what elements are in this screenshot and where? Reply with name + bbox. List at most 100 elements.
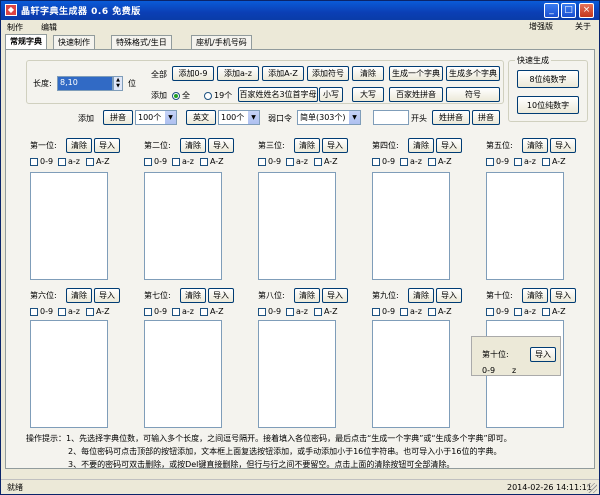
add-upper-button[interactable]: 添加A-Z — [262, 66, 304, 81]
length-input[interactable]: 8,10 — [57, 76, 113, 91]
position-lower-checkbox[interactable] — [286, 158, 294, 166]
position-upper-checkbox[interactable] — [542, 308, 550, 316]
position-upper-checkbox[interactable] — [428, 158, 436, 166]
position-upper-checkbox[interactable] — [200, 308, 208, 316]
position-digits-checkbox[interactable] — [372, 308, 380, 316]
quick-10digit-button[interactable]: 10位纯数字 — [517, 96, 579, 114]
position-upper-checkbox[interactable] — [314, 308, 322, 316]
tab-special-format[interactable]: 特殊格式/生日 — [111, 35, 172, 49]
tab-phone[interactable]: 座机/手机号码 — [191, 35, 252, 49]
length-spinner[interactable]: ▲ ▼ — [113, 76, 123, 91]
menu-enhanced[interactable]: 增强版 — [529, 21, 553, 32]
prefix-input[interactable] — [373, 110, 409, 125]
pinyin-count-select[interactable]: 100个 ▼ — [135, 110, 177, 125]
position-digits-checkbox[interactable] — [144, 158, 152, 166]
position-clear-button[interactable]: 清除 — [408, 138, 434, 153]
position-digits-checkbox[interactable] — [258, 308, 266, 316]
position-digits-checkbox[interactable] — [258, 158, 266, 166]
position-upper-checkbox[interactable] — [86, 158, 94, 166]
position-import-button[interactable]: 导入 — [208, 288, 234, 303]
position-textarea[interactable] — [258, 320, 336, 428]
symbol-button[interactable]: 符号 — [446, 87, 500, 102]
lowercase-button[interactable]: 小写 — [319, 87, 343, 102]
position-import-button[interactable]: 导入 — [436, 138, 462, 153]
position-digits-checkbox[interactable] — [486, 308, 494, 316]
tab-quick-make[interactable]: 快速制作 — [53, 35, 95, 49]
position-import-button[interactable]: 导入 — [94, 288, 120, 303]
position-import-button[interactable]: 导入 — [208, 138, 234, 153]
position-lower-checkbox[interactable] — [172, 158, 180, 166]
pinyin-button[interactable]: 拼音 — [103, 110, 133, 125]
position-textarea[interactable] — [372, 320, 450, 428]
maximize-button[interactable]: □ — [561, 3, 576, 18]
close-button[interactable]: × — [579, 3, 594, 18]
position-textarea[interactable] — [144, 320, 222, 428]
menu-edit[interactable]: 编辑 — [41, 22, 57, 33]
english-button[interactable]: 英文 — [186, 110, 216, 125]
position-upper-checkbox[interactable] — [200, 158, 208, 166]
position-upper-checkbox[interactable] — [314, 158, 322, 166]
menu-make[interactable]: 制作 — [7, 22, 23, 33]
add-lower-button[interactable]: 添加a-z — [217, 66, 259, 81]
weak-password-select[interactable]: 简单(303个) ▼ — [297, 110, 361, 125]
position-digits-checkbox[interactable] — [30, 158, 38, 166]
title-bar[interactable]: ◆ 晶轩字典生成器 0.6 免费版 _ □ × — [1, 1, 599, 20]
position-upper-checkbox[interactable] — [542, 158, 550, 166]
position-lower-checkbox[interactable] — [58, 158, 66, 166]
surname-pinyin-button[interactable]: 百家姓拼音 — [389, 87, 443, 102]
tab-regular-dict[interactable]: 常规字典 — [5, 34, 47, 49]
surname-initials-button[interactable]: 百家姓姓名3位首字母 — [238, 87, 318, 102]
position-textarea[interactable] — [30, 320, 108, 428]
radio-all[interactable] — [172, 92, 180, 100]
position-lower-checkbox[interactable] — [514, 308, 522, 316]
position-lower-checkbox[interactable] — [514, 158, 522, 166]
position-import-button[interactable]: 导入 — [94, 138, 120, 153]
position-textarea[interactable] — [30, 172, 108, 280]
radio-19[interactable] — [204, 92, 212, 100]
position-clear-button[interactable]: 清除 — [408, 288, 434, 303]
position-clear-button[interactable]: 清除 — [522, 288, 548, 303]
position-clear-button[interactable]: 清除 — [294, 138, 320, 153]
position-textarea[interactable] — [486, 172, 564, 280]
position-textarea[interactable] — [258, 172, 336, 280]
surname-pinyin-button-2[interactable]: 姓拼音 — [432, 110, 470, 125]
position-clear-button[interactable]: 清除 — [66, 288, 92, 303]
position-textarea[interactable] — [372, 172, 450, 280]
position-upper-checkbox[interactable] — [86, 308, 94, 316]
position-clear-button[interactable]: 清除 — [180, 288, 206, 303]
position-lower-checkbox[interactable] — [400, 308, 408, 316]
position-clear-button[interactable]: 清除 — [522, 138, 548, 153]
generate-one-button[interactable]: 生成一个字典 — [389, 66, 443, 81]
position-clear-button[interactable]: 清除 — [294, 288, 320, 303]
position-lower-checkbox[interactable] — [400, 158, 408, 166]
position-digits-checkbox[interactable] — [30, 308, 38, 316]
generate-multi-button[interactable]: 生成多个字典 — [446, 66, 500, 81]
position-upper-checkbox[interactable] — [428, 308, 436, 316]
pinyin-button-2[interactable]: 拼音 — [472, 110, 500, 125]
position-digits-checkbox[interactable] — [486, 158, 494, 166]
position-textarea[interactable] — [144, 172, 222, 280]
position-lower-checkbox[interactable] — [172, 308, 180, 316]
position-digits-checkbox[interactable] — [372, 158, 380, 166]
drag-ghost-panel[interactable]: 第十位: 导入 0-9 z — [471, 336, 561, 376]
english-count-select[interactable]: 100个 ▼ — [218, 110, 260, 125]
minimize-button[interactable]: _ — [544, 3, 559, 18]
resize-grip[interactable] — [587, 483, 597, 493]
quick-8digit-button[interactable]: 8位纯数字 — [517, 70, 579, 88]
uppercase-button[interactable]: 大写 — [352, 87, 384, 102]
clear-all-button[interactable]: 清除 — [352, 66, 384, 81]
position-import-button[interactable]: 导入 — [322, 138, 348, 153]
add-symbol-button[interactable]: 添加符号 — [307, 66, 349, 81]
add-digits-button[interactable]: 添加0-9 — [172, 66, 214, 81]
position-import-button[interactable]: 导入 — [436, 288, 462, 303]
position-clear-button[interactable]: 清除 — [180, 138, 206, 153]
position-lower-checkbox[interactable] — [286, 308, 294, 316]
menu-about[interactable]: 关于 — [575, 21, 591, 32]
position-import-button[interactable]: 导入 — [550, 288, 576, 303]
position-clear-button[interactable]: 清除 — [66, 138, 92, 153]
position-import-button[interactable]: 导入 — [322, 288, 348, 303]
position-lower-checkbox[interactable] — [58, 308, 66, 316]
ghost-import-button[interactable]: 导入 — [530, 347, 556, 362]
position-import-button[interactable]: 导入 — [550, 138, 576, 153]
position-digits-checkbox[interactable] — [144, 308, 152, 316]
